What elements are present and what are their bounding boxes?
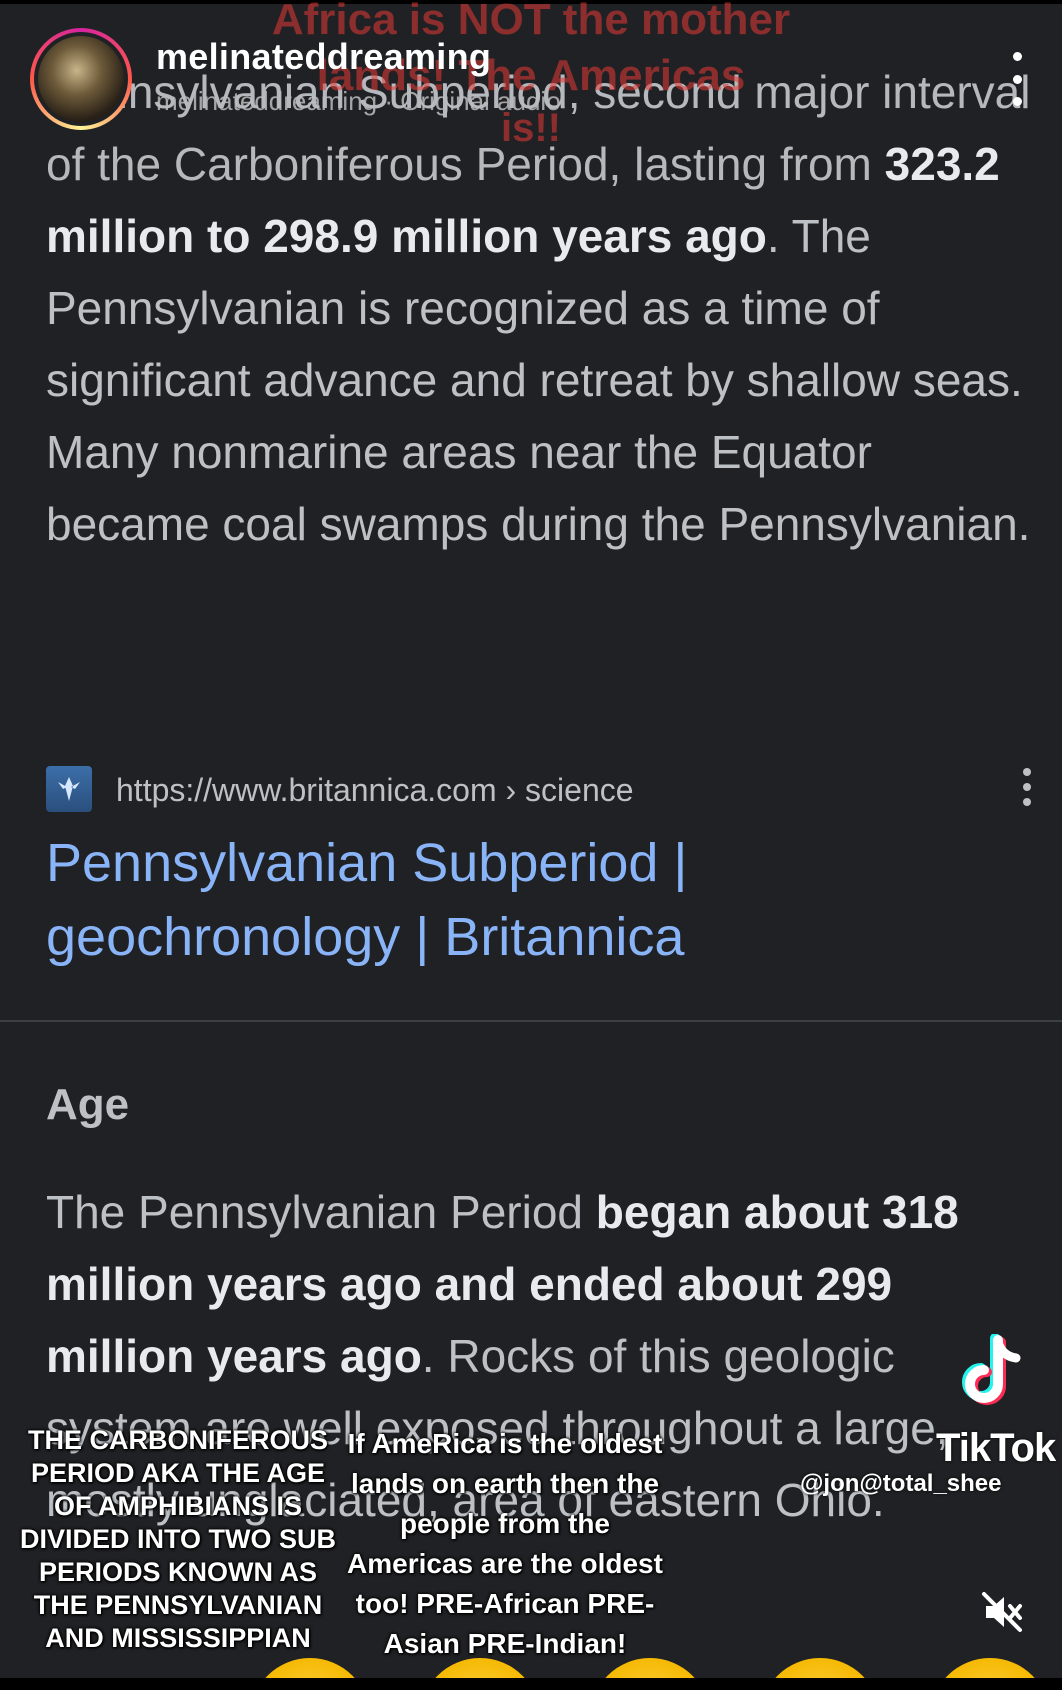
audio-label[interactable]: melinateddreaming · Original audio — [156, 86, 561, 117]
caption-line: too! PRE-African PRE- — [355, 1588, 655, 1619]
source-url[interactable]: https://www.britannica.com › science — [116, 772, 634, 809]
caption-line: If AmeRica is the oldest — [347, 1428, 663, 1459]
caption-line: Asian PRE-Indian! — [383, 1628, 627, 1659]
result-source-row[interactable]: https://www.britannica.com › science — [46, 764, 1036, 814]
caption-left: THE CARBONIFEROUS PERIOD AKA THE AGE OF … — [18, 1424, 338, 1655]
caption-line: THE PENNSYLVANIAN — [33, 1590, 323, 1620]
age-intro: The Pennsylvanian Period — [46, 1186, 583, 1238]
caption-line: OF AMPHIBIANS IS — [53, 1491, 302, 1521]
tiktok-logo-icon — [962, 1334, 1021, 1405]
avatar[interactable] — [30, 28, 132, 130]
section-divider — [0, 1020, 1062, 1022]
caption-line: THE CARBONIFEROUS — [27, 1425, 328, 1455]
caption-line: PERIOD AKA THE AGE — [30, 1458, 326, 1488]
caption-center: If AmeRica is the oldest lands on earth … — [330, 1424, 680, 1664]
username[interactable]: melinateddreaming — [156, 36, 491, 78]
post-frame: Pennsylvanian Subperiod, second major in… — [0, 0, 1062, 1690]
caption-line: PERIODS KNOWN AS — [38, 1557, 317, 1587]
caption-line: people from the — [399, 1508, 610, 1539]
result-more-icon[interactable] — [1012, 764, 1042, 810]
result-title-line2[interactable]: geochronology | Britannica — [46, 900, 946, 974]
caption-line: lands on earth then the — [350, 1468, 660, 1499]
muted-speaker-icon[interactable] — [980, 1590, 1024, 1634]
britannica-favicon-icon — [46, 766, 92, 812]
age-heading: Age — [46, 1080, 130, 1129]
bottom-edge — [0, 1678, 1062, 1690]
caption-line: AND MISSISSIPPIAN — [45, 1623, 311, 1653]
caption-line: DIVIDED INTO TWO SUB — [19, 1524, 336, 1554]
tiktok-handle: @jon@total_shee — [800, 1470, 1002, 1497]
caption-line: Americas are the oldest — [347, 1548, 663, 1579]
tiktok-wordmark: TikTok — [936, 1426, 1056, 1470]
result-title-line1[interactable]: Pennsylvanian Subperiod | — [46, 826, 946, 900]
more-options-icon[interactable] — [1002, 52, 1032, 106]
result-title-link[interactable]: Pennsylvanian Subperiod | geochronology … — [46, 826, 946, 974]
